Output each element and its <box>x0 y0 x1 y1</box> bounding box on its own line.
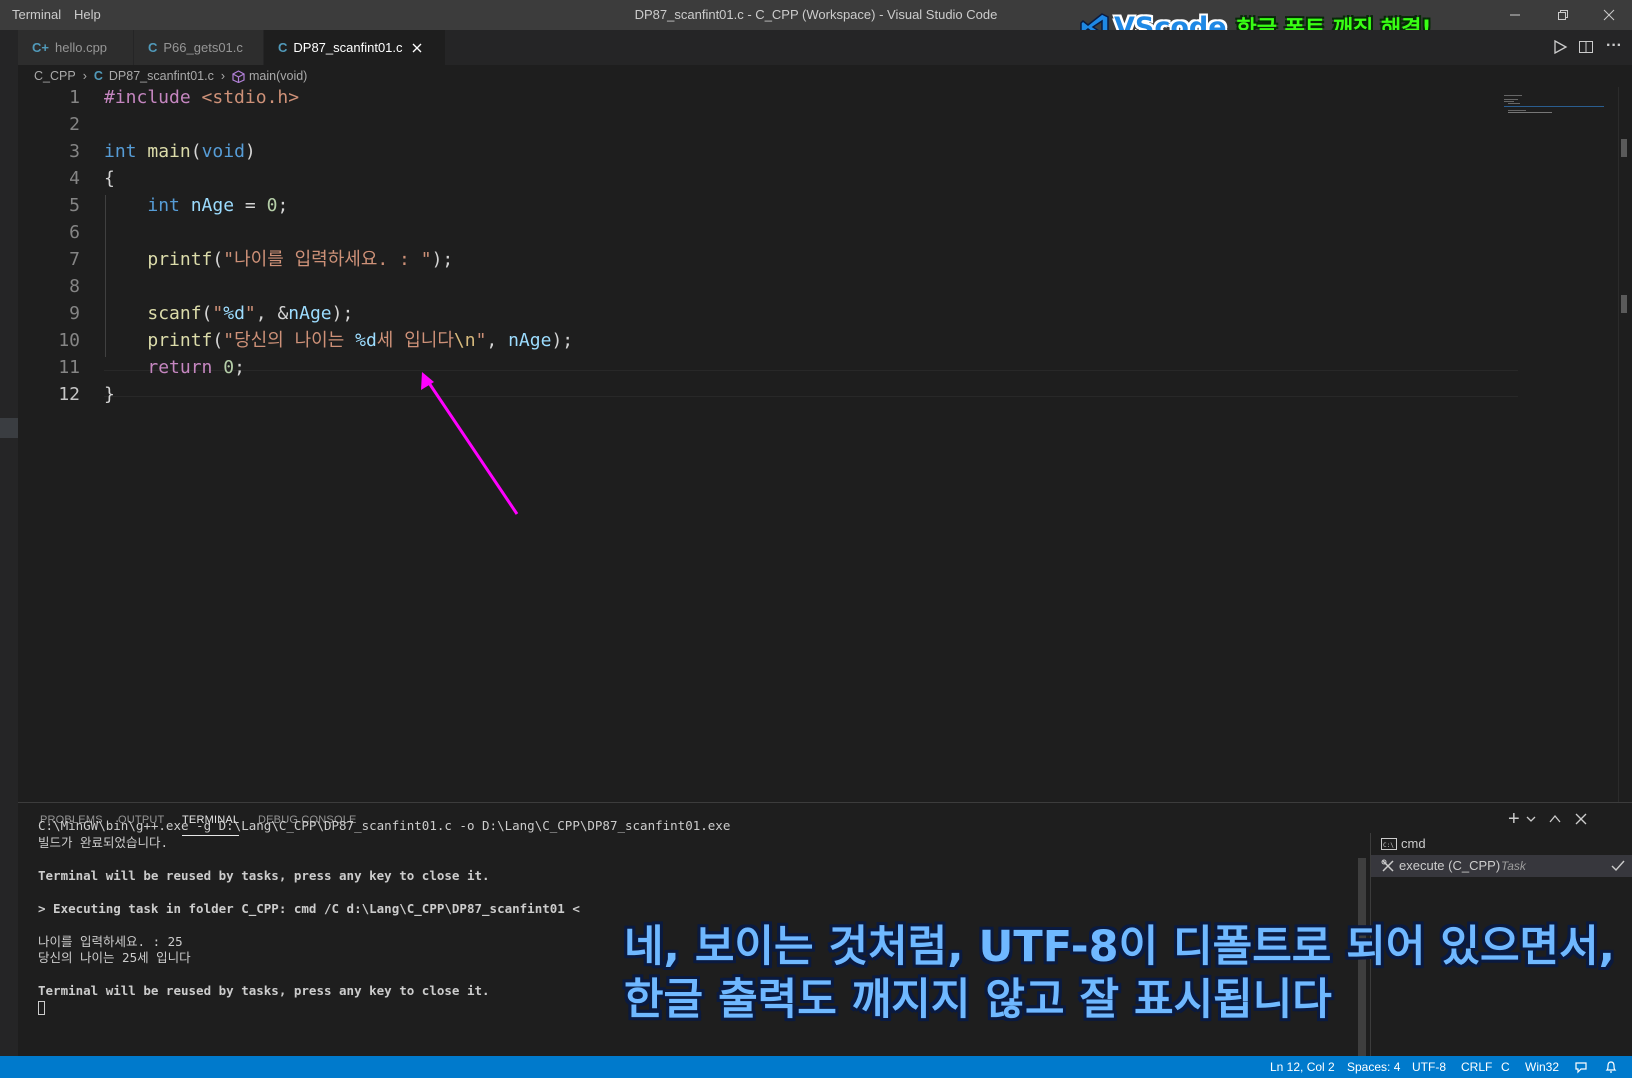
close-panel-button[interactable] <box>1574 812 1588 831</box>
terminal-item-execute[interactable]: execute (C_CPP) Task <box>1371 855 1632 877</box>
terminal-icon: C:\ <box>1381 838 1397 850</box>
chevron-up-icon <box>1549 814 1561 823</box>
caption-line-2: 한글 출력도 깨지지 않고 잘 표시됩니다 <box>624 975 1332 1025</box>
terminal-dropdown[interactable] <box>1525 812 1537 830</box>
terminal-line: 나이를 입력하세요. : 25 <box>38 934 183 949</box>
terminal-cursor <box>38 1001 45 1015</box>
close-icon <box>1575 813 1587 825</box>
terminal-name: execute (C_CPP) <box>1399 858 1501 873</box>
bell-icon[interactable] <box>1604 1060 1618 1074</box>
svg-text:C:\: C:\ <box>1383 842 1394 849</box>
terminal-suffix: Task <box>1501 859 1526 873</box>
plus-icon: + <box>1508 808 1520 830</box>
encoding-selector[interactable]: UTF-8 <box>1412 1056 1446 1078</box>
eol-selector[interactable]: CRLF <box>1461 1056 1492 1078</box>
terminal-line: Terminal will be reused by tasks, press … <box>38 868 490 883</box>
terminal-line: 당신의 나이는 25세 입니다 <box>38 950 191 965</box>
terminal-line: Terminal will be reused by tasks, press … <box>38 983 490 998</box>
feedback-icon[interactable] <box>1574 1060 1588 1074</box>
chevron-down-icon <box>1526 816 1536 822</box>
indentation-setting[interactable]: Spaces: 4 <box>1347 1056 1400 1078</box>
terminal-name: cmd <box>1401 836 1426 851</box>
check-icon <box>1611 860 1625 872</box>
terminal-line: 빌드가 완료되었습니다. <box>38 835 169 850</box>
terminal-item-cmd[interactable]: C:\ cmd <box>1371 833 1632 855</box>
annotation-arrow <box>425 379 519 515</box>
new-terminal-button[interactable]: + <box>1508 809 1520 829</box>
language-mode[interactable]: C <box>1501 1056 1510 1078</box>
tools-icon <box>1381 859 1394 872</box>
terminal-line: C:\MinGW\bin\g++.exe -g D:\Lang\C_CPP\DP… <box>38 818 731 833</box>
maximize-panel-button[interactable] <box>1548 812 1562 831</box>
status-bar: Ln 12, Col 2 Spaces: 4 UTF-8 CRLF C Win3… <box>0 1056 1632 1078</box>
caption-line-1: 네, 보이는 것처럼, UTF-8이 디폴트로 되어 있으면서, <box>624 922 1615 972</box>
platform-config[interactable]: Win32 <box>1525 1056 1559 1078</box>
terminal-line: > Executing task in folder C_CPP: cmd /C… <box>38 901 580 916</box>
cursor-position[interactable]: Ln 12, Col 2 <box>1270 1056 1335 1078</box>
